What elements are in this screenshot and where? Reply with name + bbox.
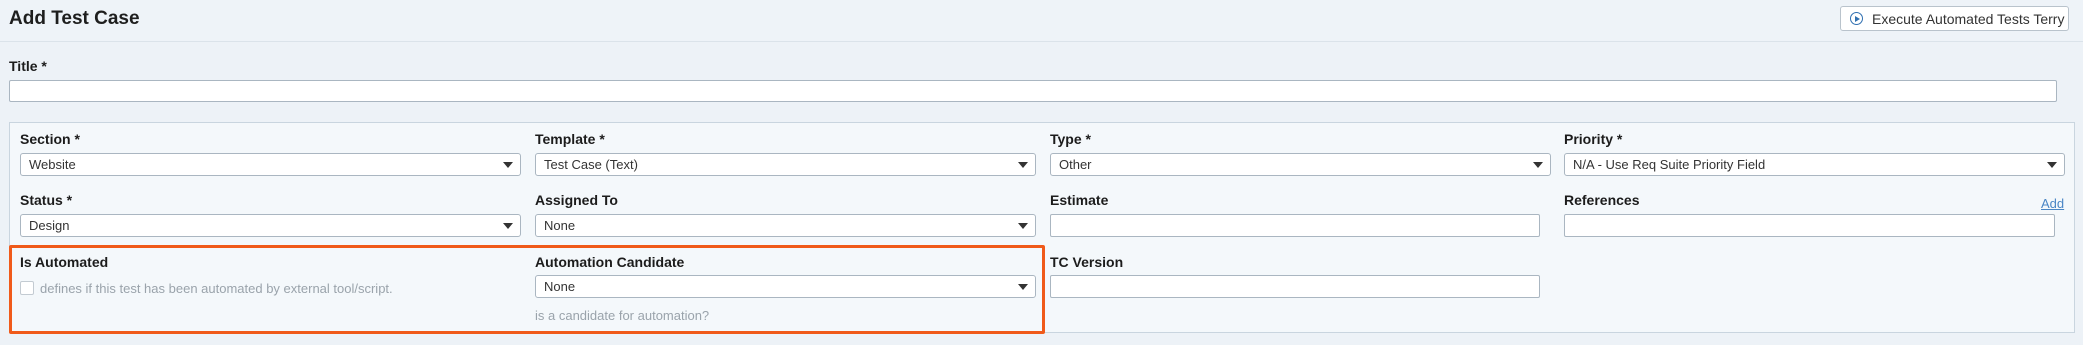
template-label: Template * — [535, 131, 605, 147]
section-value: Website — [29, 157, 76, 172]
type-value: Other — [1059, 157, 1092, 172]
title-label: Title * — [9, 58, 47, 74]
status-value: Design — [29, 218, 70, 233]
assigned-to-label: Assigned To — [535, 192, 618, 208]
references-label: References — [1564, 192, 1640, 208]
tc-version-input[interactable] — [1050, 275, 1540, 298]
section-label: Section * — [20, 131, 80, 147]
execute-automated-tests-label: Execute Automated Tests Terry — [1872, 10, 2065, 27]
automation-fields-highlight — [9, 245, 1045, 334]
tc-version-label: TC Version — [1050, 254, 1124, 270]
chevron-down-icon — [503, 161, 513, 168]
play-circle-icon — [1850, 12, 1863, 25]
assigned-to-select[interactable]: None — [535, 214, 1036, 237]
type-select[interactable]: Other — [1050, 153, 1551, 176]
status-select[interactable]: Design — [20, 214, 521, 237]
execute-automated-tests-button[interactable]: Execute Automated Tests Terry — [1840, 6, 2069, 31]
references-input[interactable] — [1564, 214, 2055, 237]
estimate-label: Estimate — [1050, 192, 1109, 208]
title-input[interactable] — [9, 80, 2057, 102]
type-label: Type * — [1050, 131, 1091, 147]
chevron-down-icon — [1018, 222, 1028, 229]
assigned-to-value: None — [544, 218, 576, 233]
chevron-down-icon — [2047, 161, 2057, 168]
status-label: Status * — [20, 192, 73, 208]
chevron-down-icon — [503, 222, 513, 229]
chevron-down-icon — [1533, 161, 1543, 168]
estimate-input[interactable] — [1050, 214, 1540, 237]
priority-select[interactable]: N/A - Use Req Suite Priority Field — [1564, 153, 2065, 176]
chevron-down-icon — [1018, 161, 1028, 168]
priority-label: Priority * — [1564, 131, 1623, 147]
references-add-link[interactable]: Add — [2041, 196, 2064, 211]
page-title: Add Test Case — [9, 8, 140, 29]
template-select[interactable]: Test Case (Text) — [535, 153, 1036, 176]
template-value: Test Case (Text) — [544, 157, 638, 172]
section-select[interactable]: Website — [20, 153, 521, 176]
page-header: Add Test Case Execute Automated Tests Te… — [0, 0, 2083, 42]
priority-value: N/A - Use Req Suite Priority Field — [1573, 157, 1766, 172]
